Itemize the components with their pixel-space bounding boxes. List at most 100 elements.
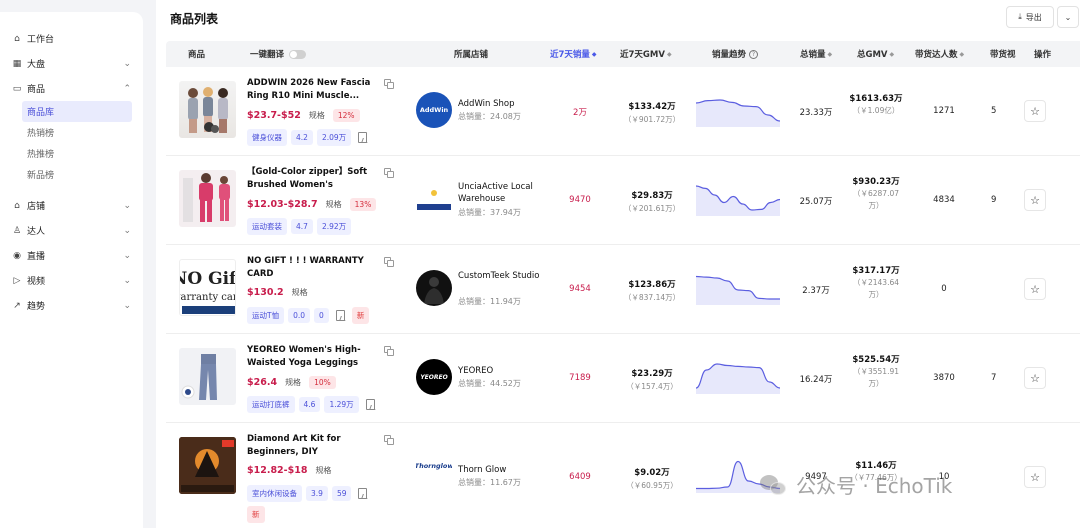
shop-name[interactable]: CustomTeek Studio: [458, 270, 558, 282]
shop-logo[interactable]: YEOREO: [416, 359, 452, 395]
user-icon: ♙: [12, 225, 22, 236]
spec-link[interactable]: 规格: [292, 287, 308, 298]
spec-link[interactable]: 规格: [309, 110, 325, 121]
sidebar-subitem-hot-promo[interactable]: 热推榜: [22, 143, 132, 164]
shop-name[interactable]: YEOREO: [458, 365, 558, 377]
export-button[interactable]: ⤓ 导出: [1006, 6, 1054, 28]
copy-icon[interactable]: [384, 168, 394, 178]
product-price: $130.2: [247, 287, 284, 298]
copy-icon[interactable]: [384, 257, 394, 267]
sidebar-item-label: 工作台: [27, 35, 55, 45]
col-total-gmv[interactable]: 总GMV ◆: [857, 41, 894, 67]
total-gmv-cny: （￥2143.64万）: [852, 278, 899, 299]
product-thumbnail[interactable]: [179, 437, 236, 494]
sales-7d: 9454: [569, 284, 591, 294]
grid-icon: ▦: [12, 58, 22, 69]
sidebar-item-products[interactable]: ▭ 商品 ⌃: [0, 76, 143, 101]
live-icon: ◉: [13, 250, 21, 261]
chevron-up-icon: ⌃: [123, 83, 131, 94]
shop-logo[interactable]: [416, 181, 452, 217]
table-row[interactable]: 【Gold-Color zipper】Soft Brushed Women's …: [166, 156, 1080, 245]
sales-7d: 6409: [569, 472, 591, 482]
download-icon: ⤓: [1018, 12, 1022, 21]
sort-icon: ◆: [959, 50, 965, 58]
document-icon[interactable]: [357, 488, 368, 499]
star-icon: ☆: [1030, 193, 1040, 207]
svg-text:warranty card: warranty card: [180, 292, 236, 303]
col-videos[interactable]: 带货视: [990, 41, 1016, 67]
shop-name[interactable]: AddWin Shop: [458, 98, 558, 110]
total-sales: 25.07万: [799, 197, 833, 207]
sidebar-item-workbench[interactable]: ⌂ 工作台: [0, 26, 143, 51]
sidebar-item-videos[interactable]: ▷ 视频 ⌄: [0, 268, 143, 293]
sidebar-item-talents[interactable]: ♙ 达人 ⌄: [0, 218, 143, 243]
sidebar-item-stores[interactable]: ⌂ 店铺 ⌄: [0, 193, 143, 218]
reviews-tag: 2.09万: [316, 129, 352, 146]
table-row[interactable]: NO Gift warranty card NO GIFT ! ! ! WARR…: [166, 245, 1080, 334]
spec-link[interactable]: 规格: [326, 199, 342, 210]
rating-tag: 4.6: [298, 397, 321, 412]
favorite-button[interactable]: ☆: [1024, 189, 1046, 211]
favorite-button[interactable]: ☆: [1024, 100, 1046, 122]
col-gmv7[interactable]: 近7天GMV ◆: [620, 41, 672, 67]
document-icon[interactable]: [365, 399, 376, 410]
shop-logo[interactable]: Thornglow: [416, 448, 452, 484]
favorite-button[interactable]: ☆: [1024, 466, 1046, 488]
document-icon[interactable]: [335, 310, 346, 321]
copy-icon[interactable]: [384, 435, 394, 445]
favorite-button[interactable]: ☆: [1024, 367, 1046, 389]
help-icon[interactable]: ?: [749, 49, 759, 59]
product-thumbnail[interactable]: [179, 170, 236, 227]
product-name[interactable]: ADDWIN 2026 New Fascia Ring R10 Mini Mus…: [247, 77, 372, 103]
product-thumbnail[interactable]: [179, 348, 236, 405]
shop-logo[interactable]: AddWin: [416, 92, 452, 128]
favorite-button[interactable]: ☆: [1024, 278, 1046, 300]
main-panel: 商品列表 ⤓ 导出 ⌄ 商品 一键翻译 所属店铺 近7天销量 ◆ 近7天GMV ◆ …: [156, 0, 1080, 528]
product-name[interactable]: 【Gold-Color zipper】Soft Brushed Women's …: [247, 166, 372, 192]
sparkline-area: [696, 276, 780, 305]
spec-link[interactable]: 规格: [285, 377, 301, 388]
copy-icon[interactable]: [384, 346, 394, 356]
translate-toggle[interactable]: [289, 49, 307, 59]
uncia-logo-icon: [417, 190, 451, 210]
col-total-sales[interactable]: 总销量 ◆: [800, 41, 832, 67]
rating-tag: 4.2: [291, 130, 313, 145]
copy-icon[interactable]: [384, 79, 394, 89]
sidebar-item-market[interactable]: ▦ 大盘 ⌄: [0, 51, 143, 76]
sparkline-area: [696, 364, 780, 394]
sidebar-subitem-hot-sales[interactable]: 热销榜: [22, 122, 132, 143]
product-name[interactable]: YEOREO Women's High-Waisted Yoga Legging…: [247, 344, 372, 370]
spec-link[interactable]: 规格: [315, 465, 331, 476]
table-row[interactable]: ADDWIN 2026 New Fascia Ring R10 Mini Mus…: [166, 67, 1080, 156]
shop-name[interactable]: UnciaActive Local Warehouse: [458, 181, 558, 205]
product-name[interactable]: NO GIFT ! ! ! WARRANTY CARD: [247, 255, 372, 281]
star-icon: ☆: [1030, 282, 1040, 296]
product-thumbnail[interactable]: NO Gift warranty card: [179, 259, 236, 316]
table-row[interactable]: YEOREO Women's High-Waisted Yoga Legging…: [166, 334, 1080, 423]
col-talents[interactable]: 带货达人数 ◆: [915, 41, 964, 67]
product-name[interactable]: Diamond Art Kit for Beginners, DIY Hallo…: [247, 433, 372, 459]
col-action: 操作: [1034, 50, 1052, 60]
reviews-tag: 0: [314, 308, 329, 323]
sidebar-item-live[interactable]: ◉ 直播 ⌄: [0, 243, 143, 268]
shop-name[interactable]: Thorn Glow: [458, 464, 558, 476]
chevron-down-icon: ⌄: [123, 275, 131, 286]
sidebar-item-trends[interactable]: ↗ 趋势 ⌄: [0, 293, 143, 318]
category-tag: 室内休闲设备: [247, 485, 302, 502]
col-sales7[interactable]: 近7天销量 ◆: [550, 41, 597, 67]
export-dropdown-button[interactable]: ⌄: [1057, 6, 1079, 28]
sidebar-subitem-new-products[interactable]: 新品榜: [22, 164, 132, 185]
sidebar-item-label: 达人: [27, 227, 46, 237]
document-icon[interactable]: [357, 132, 368, 143]
chevron-down-icon: ⌄: [123, 250, 131, 261]
reviews-tag: 1.29万: [324, 396, 359, 413]
col-translate: 一键翻译: [250, 41, 307, 67]
watermark: 公众号 · EchoTik: [760, 470, 952, 499]
sidebar-subitem-product-library[interactable]: 商品库: [22, 101, 132, 122]
product-thumbnail[interactable]: [179, 81, 236, 138]
product-price: $12.82-$18: [247, 465, 308, 476]
home-icon: ⌂: [14, 33, 20, 44]
shop-logo[interactable]: [416, 270, 452, 306]
rating-tag: 4.7: [291, 219, 313, 234]
sidebar: ⌂ 工作台 ▦ 大盘 ⌄ ▭ 商品 ⌃ 商品库 热销榜 热推榜 新品榜 ⌂ 店铺…: [0, 12, 143, 528]
